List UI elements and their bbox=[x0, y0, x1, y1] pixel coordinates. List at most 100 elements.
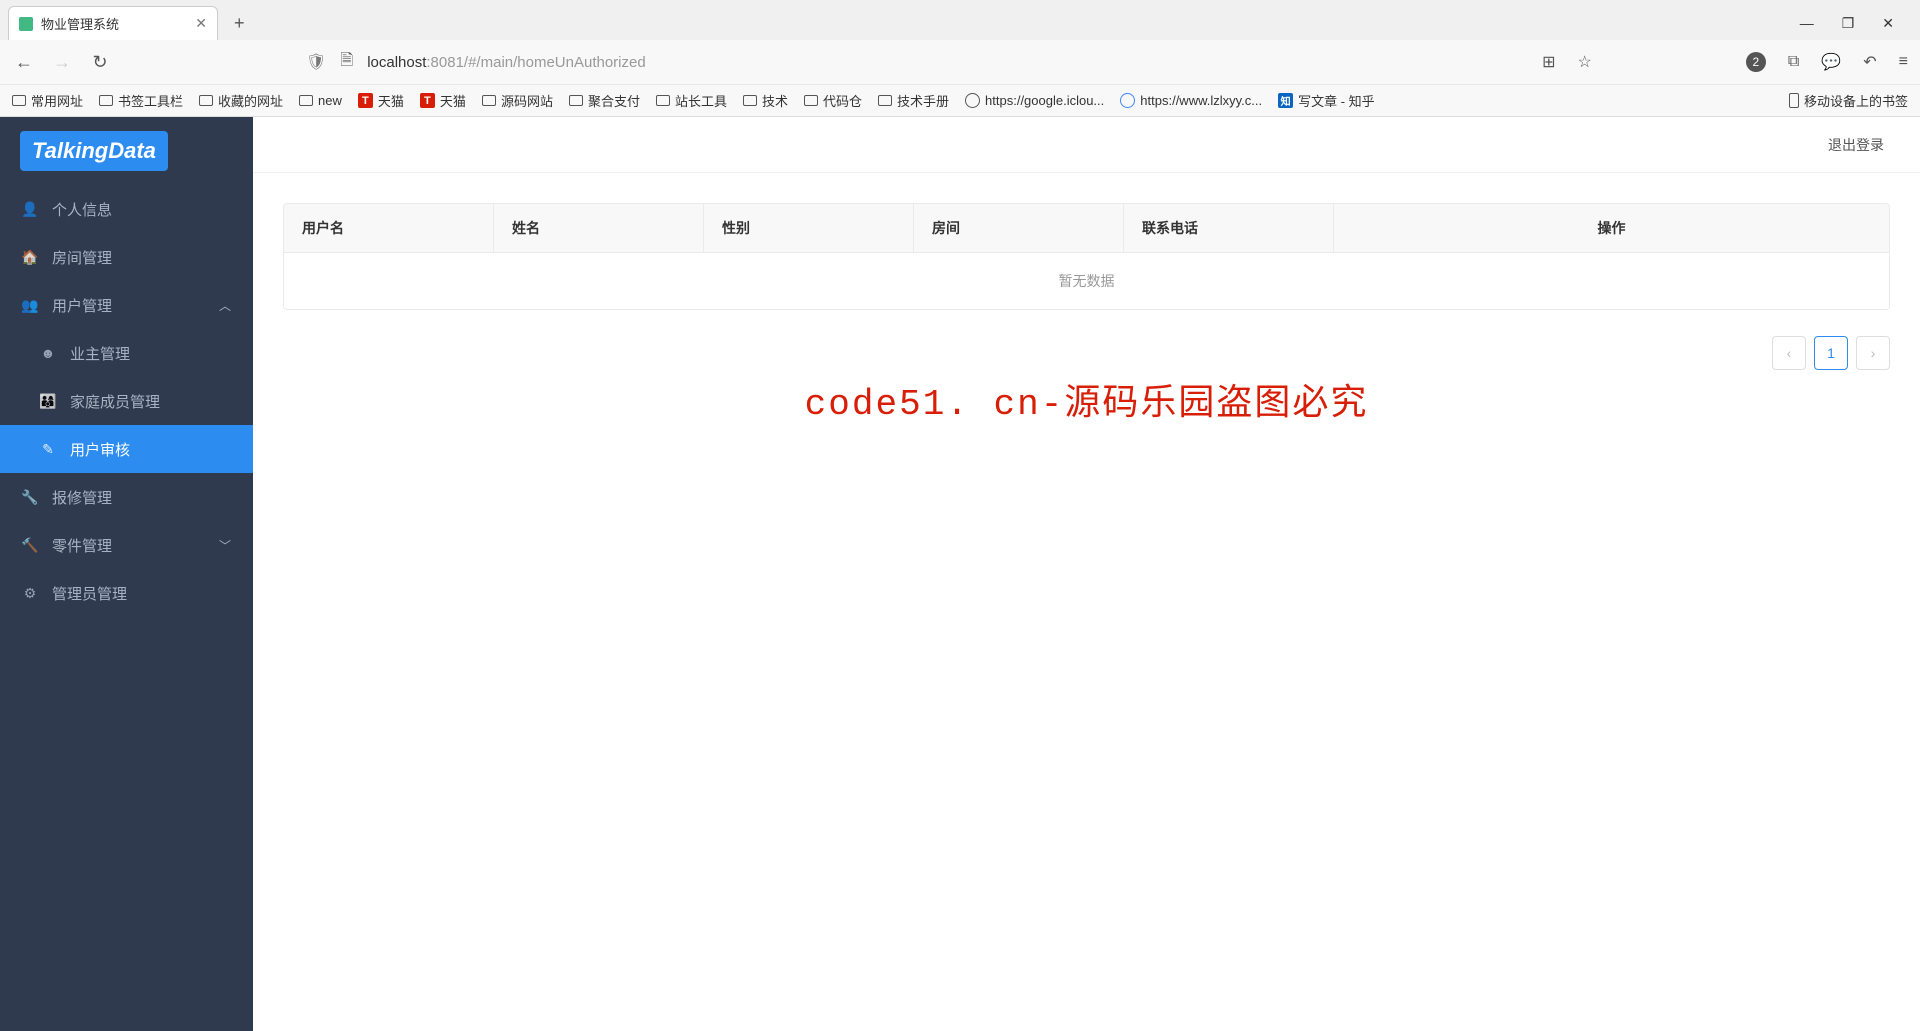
forward-button[interactable]: → bbox=[50, 52, 74, 73]
folder-icon bbox=[804, 95, 818, 106]
tab-bar: 物业管理系统 ✕ + — ❐ ✕ bbox=[0, 0, 1920, 40]
person-icon: 👤 bbox=[22, 201, 38, 217]
notification-badge[interactable]: 2 bbox=[1746, 52, 1766, 72]
undo-icon[interactable]: ↶ bbox=[1863, 52, 1876, 72]
bookmark-item[interactable]: 收藏的网址 bbox=[199, 91, 283, 110]
page-number-button[interactable]: 1 bbox=[1814, 336, 1848, 370]
favicon-icon bbox=[19, 17, 33, 31]
app-container: TalkingData 👤 个人信息 🏠 房间管理 👥 用户管理 ︿ ☻ 业主管… bbox=[0, 117, 1920, 1031]
audit-icon: ✎ bbox=[40, 441, 56, 457]
sidebar-item-label: 业主管理 bbox=[70, 343, 130, 364]
folder-icon bbox=[569, 95, 583, 106]
bookmark-item[interactable]: 知写文章 - 知乎 bbox=[1278, 91, 1375, 110]
family-icon: 👨‍👩‍👦 bbox=[40, 393, 56, 409]
bookmark-item[interactable]: new bbox=[299, 93, 342, 108]
table-header: 用户名 姓名 性别 房间 联系电话 操作 bbox=[284, 204, 1889, 253]
admin-icon: ⚙ bbox=[22, 585, 38, 601]
users-icon: 👥 bbox=[22, 297, 38, 313]
minimize-button[interactable]: — bbox=[1800, 15, 1814, 32]
th-username: 用户名 bbox=[284, 204, 494, 252]
folder-icon bbox=[99, 95, 113, 106]
document-icon: 🗎 bbox=[340, 49, 353, 76]
globe-icon bbox=[965, 93, 980, 108]
table-empty-text: 暂无数据 bbox=[284, 253, 1889, 309]
close-window-button[interactable]: ✕ bbox=[1882, 15, 1894, 32]
sidebar-item-room[interactable]: 🏠 房间管理 bbox=[0, 233, 253, 281]
sidebar-item-label: 个人信息 bbox=[52, 199, 112, 220]
th-name: 姓名 bbox=[494, 204, 704, 252]
crop-icon[interactable]: ⧉ bbox=[1788, 53, 1799, 71]
sidebar-item-repair[interactable]: 🔧 报修管理 bbox=[0, 473, 253, 521]
watermark-text: code51. cn-源码乐园盗图必究 bbox=[805, 373, 1369, 425]
sidebar-item-user[interactable]: 👥 用户管理 ︿ bbox=[0, 281, 253, 329]
bookmark-star-icon[interactable]: ☆ bbox=[1578, 52, 1592, 72]
bookmark-item[interactable]: https://google.iclou... bbox=[965, 93, 1104, 108]
bookmark-mobile[interactable]: 移动设备上的书签 bbox=[1789, 91, 1908, 110]
bookmark-item[interactable]: 聚合支付 bbox=[569, 91, 640, 110]
folder-icon bbox=[878, 95, 892, 106]
url-bar[interactable]: localhost:8081/#/main/homeUnAuthorized bbox=[367, 54, 646, 71]
bookmark-item[interactable]: 技术手册 bbox=[878, 91, 949, 110]
browser-tab[interactable]: 物业管理系统 ✕ bbox=[8, 6, 218, 40]
page-next-button[interactable]: › bbox=[1856, 336, 1890, 370]
th-room: 房间 bbox=[914, 204, 1124, 252]
sidebar-item-label: 报修管理 bbox=[52, 487, 112, 508]
th-gender: 性别 bbox=[704, 204, 914, 252]
contact-icon: ☻ bbox=[40, 345, 56, 361]
mobile-icon bbox=[1789, 93, 1799, 108]
logout-link[interactable]: 退出登录 bbox=[1828, 135, 1884, 155]
sidebar-item-personal[interactable]: 👤 个人信息 bbox=[0, 185, 253, 233]
folder-icon bbox=[743, 95, 757, 106]
bookmark-item[interactable]: T天猫 bbox=[420, 91, 466, 110]
bookmark-item[interactable]: 常用网址 bbox=[12, 91, 83, 110]
folder-icon bbox=[12, 95, 26, 106]
sidebar-item-family[interactable]: 👨‍👩‍👦 家庭成员管理 bbox=[0, 377, 253, 425]
sidebar-item-label: 管理员管理 bbox=[52, 583, 127, 604]
maximize-button[interactable]: ❐ bbox=[1842, 15, 1855, 32]
chat-icon[interactable]: 💬 bbox=[1821, 52, 1841, 72]
bookmark-item[interactable]: T天猫 bbox=[358, 91, 404, 110]
bookmarks-bar: 常用网址 书签工具栏 收藏的网址 new T天猫 T天猫 源码网站 聚合支付 站… bbox=[0, 84, 1920, 116]
home-icon: 🏠 bbox=[22, 249, 38, 265]
chevron-up-icon: ︿ bbox=[219, 297, 231, 314]
folder-icon bbox=[482, 95, 496, 106]
th-operation: 操作 bbox=[1334, 204, 1889, 252]
tmall-icon: T bbox=[358, 93, 373, 108]
back-button[interactable]: ← bbox=[12, 52, 36, 73]
sidebar-item-label: 零件管理 bbox=[52, 535, 112, 556]
bookmark-item[interactable]: 技术 bbox=[743, 91, 788, 110]
close-tab-icon[interactable]: ✕ bbox=[195, 15, 207, 32]
qr-icon[interactable]: ⊞ bbox=[1542, 52, 1555, 72]
topbar: 退出登录 bbox=[253, 117, 1920, 173]
page-prev-button[interactable]: ‹ bbox=[1772, 336, 1806, 370]
zhihu-icon: 知 bbox=[1278, 93, 1293, 108]
nav-bar: ← → ↻ 🛡 🗎 localhost:8081/#/main/homeUnAu… bbox=[0, 40, 1920, 84]
bookmark-item[interactable]: 书签工具栏 bbox=[99, 91, 183, 110]
new-tab-button[interactable]: + bbox=[226, 7, 253, 40]
tool-icon: 🔨 bbox=[22, 537, 38, 553]
bookmark-item[interactable]: https://www.lzlxyy.c... bbox=[1120, 93, 1262, 108]
sidebar-item-owner[interactable]: ☻ 业主管理 bbox=[0, 329, 253, 377]
sidebar-item-label: 用户审核 bbox=[70, 439, 130, 460]
bookmark-item[interactable]: 代码仓 bbox=[804, 91, 862, 110]
tab-title: 物业管理系统 bbox=[41, 14, 187, 33]
logo: TalkingData bbox=[0, 117, 253, 185]
google-icon bbox=[1120, 93, 1135, 108]
wrench-icon: 🔧 bbox=[22, 489, 38, 505]
shield-icon[interactable]: 🛡 bbox=[306, 52, 326, 72]
reload-button[interactable]: ↻ bbox=[88, 52, 112, 73]
chevron-down-icon: ﹀ bbox=[219, 537, 231, 554]
bookmark-item[interactable]: 站长工具 bbox=[656, 91, 727, 110]
nav-actions: ⊞ ☆ 2 ⧉ 💬 ↶ ≡ bbox=[1542, 52, 1908, 72]
window-controls: — ❐ ✕ bbox=[1800, 15, 1912, 40]
browser-chrome: 物业管理系统 ✕ + — ❐ ✕ ← → ↻ 🛡 🗎 localhost:808… bbox=[0, 0, 1920, 117]
sidebar-item-parts[interactable]: 🔨 零件管理 ﹀ bbox=[0, 521, 253, 569]
sidebar-item-label: 房间管理 bbox=[52, 247, 112, 268]
sidebar-item-audit[interactable]: ✎ 用户审核 bbox=[0, 425, 253, 473]
sidebar-item-admin[interactable]: ⚙ 管理员管理 bbox=[0, 569, 253, 617]
tmall-icon: T bbox=[420, 93, 435, 108]
bookmark-item[interactable]: 源码网站 bbox=[482, 91, 553, 110]
folder-icon bbox=[299, 95, 313, 106]
menu-icon[interactable]: ≡ bbox=[1899, 53, 1908, 71]
sidebar: TalkingData 👤 个人信息 🏠 房间管理 👥 用户管理 ︿ ☻ 业主管… bbox=[0, 117, 253, 1031]
